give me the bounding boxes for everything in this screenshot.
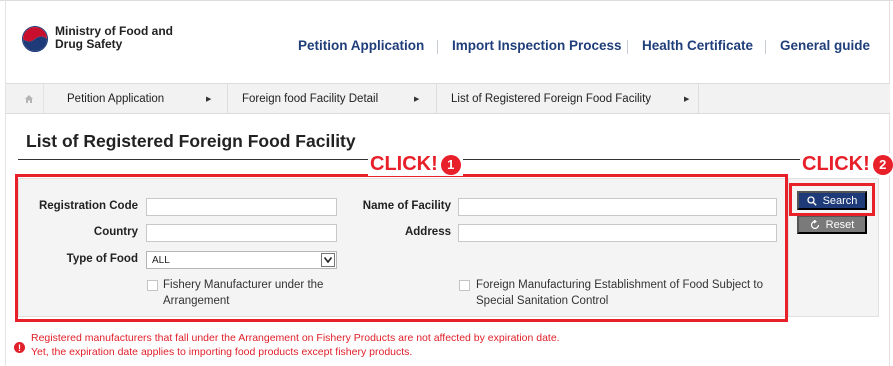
- expiration-notice: Registered manufacturers that fall under…: [31, 331, 560, 359]
- click-annotation-2: CLICK! 2: [800, 153, 893, 176]
- highlight-search-button: [789, 183, 875, 216]
- reset-button[interactable]: Reset: [797, 215, 867, 234]
- alert-icon: !: [14, 342, 25, 353]
- page-title: List of Registered Foreign Food Facility: [26, 131, 356, 151]
- nav-separator: [437, 40, 438, 54]
- highlight-search-form: [15, 174, 788, 322]
- breadcrumb-arrow-icon: ▶: [684, 95, 690, 103]
- expiration-notice-line2: Yet, the expiration date applies to impo…: [31, 346, 413, 358]
- frame-top-border: [0, 0, 893, 1]
- expiration-notice-line1: Registered manufacturers that fall under…: [31, 332, 560, 344]
- ministry-name[interactable]: Ministry of Food and Drug Safety: [55, 25, 185, 51]
- click-annotation-1: CLICK! 1: [368, 153, 463, 176]
- breadcrumb-arrow-icon: ▶: [206, 95, 212, 103]
- frame-right-border: [889, 0, 890, 366]
- breadcrumb-petition-application[interactable]: Petition Application: [67, 84, 164, 113]
- frame-left-border: [5, 0, 6, 366]
- reset-button-label: Reset: [825, 218, 855, 231]
- breadcrumb: Petition Application ▶ Foreign food Faci…: [6, 83, 890, 114]
- click-annotation-2-text: CLICK!: [802, 153, 870, 175]
- home-icon[interactable]: [14, 84, 44, 113]
- click-annotation-1-number: 1: [440, 154, 461, 175]
- breadcrumb-list-registered-facility[interactable]: List of Registered Foreign Food Facility: [451, 84, 651, 113]
- nav-separator: [765, 40, 766, 54]
- click-annotation-2-number: 2: [872, 154, 893, 175]
- breadcrumb-foreign-food-facility-detail[interactable]: Foreign food Facility Detail: [242, 84, 378, 113]
- breadcrumb-divider: [436, 84, 437, 113]
- nav-health-certificate[interactable]: Health Certificate: [642, 38, 753, 53]
- nav-import-inspection-process[interactable]: Import Inspection Process: [452, 38, 622, 53]
- breadcrumb-divider: [698, 84, 699, 113]
- nav-petition-application[interactable]: Petition Application: [298, 38, 424, 53]
- click-annotation-1-text: CLICK!: [370, 153, 438, 175]
- ministry-logo-icon[interactable]: [22, 26, 48, 52]
- breadcrumb-divider: [227, 84, 228, 113]
- reset-icon: [810, 219, 819, 229]
- breadcrumb-arrow-icon: ▶: [414, 95, 420, 103]
- nav-separator: [627, 40, 628, 54]
- nav-general-guide[interactable]: General guide: [780, 38, 870, 53]
- ministry-name-line2: Drug Safety: [55, 37, 123, 51]
